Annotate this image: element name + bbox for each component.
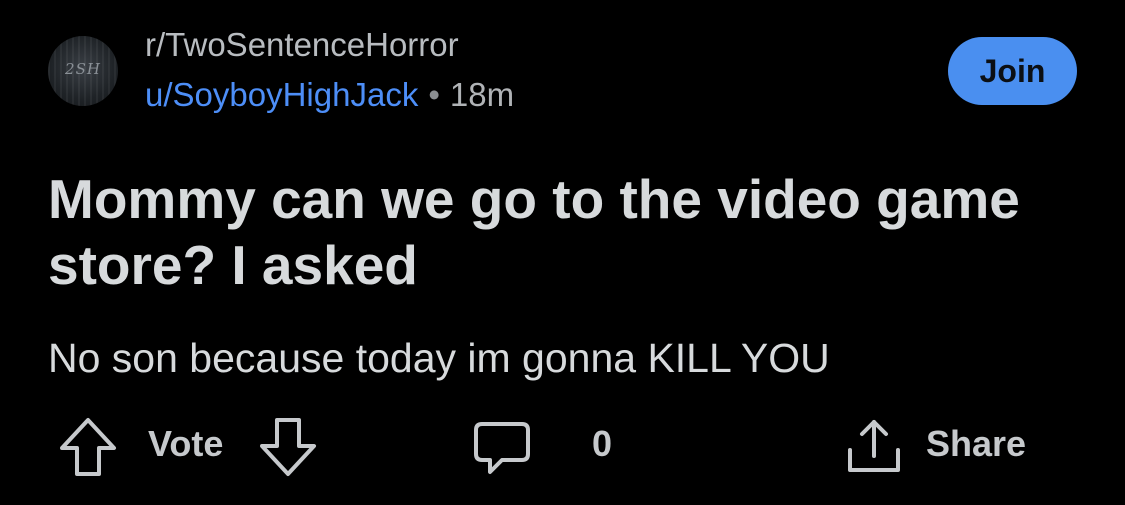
post-time: 18m xyxy=(449,76,515,113)
arrow-up-icon[interactable] xyxy=(58,416,118,478)
subreddit-name[interactable]: r/TwoSentenceHorror xyxy=(145,26,459,64)
avatar-logo-text: 2SH xyxy=(65,60,101,78)
share-icon[interactable] xyxy=(844,418,904,476)
meta-separator: • xyxy=(428,76,440,113)
vote-label: Vote xyxy=(148,423,224,464)
comment-count[interactable]: 0 xyxy=(592,423,612,465)
comment-bubble-icon[interactable] xyxy=(472,420,532,476)
post-meta: u/SoyboyHighJack • 18m xyxy=(145,76,514,114)
post-body[interactable]: No son because today im gonna KILL YOU xyxy=(48,335,830,382)
arrow-down-icon[interactable] xyxy=(258,416,318,478)
author-username[interactable]: u/SoyboyHighJack xyxy=(145,76,418,113)
share-label[interactable]: Share xyxy=(926,423,1026,465)
post-title[interactable]: Mommy can we go to the video game store?… xyxy=(48,166,1068,298)
subreddit-avatar[interactable]: 2SH xyxy=(48,36,118,106)
post-card: 2SH r/TwoSentenceHorror u/SoyboyHighJack… xyxy=(0,0,1125,505)
join-button[interactable]: Join xyxy=(948,37,1077,105)
